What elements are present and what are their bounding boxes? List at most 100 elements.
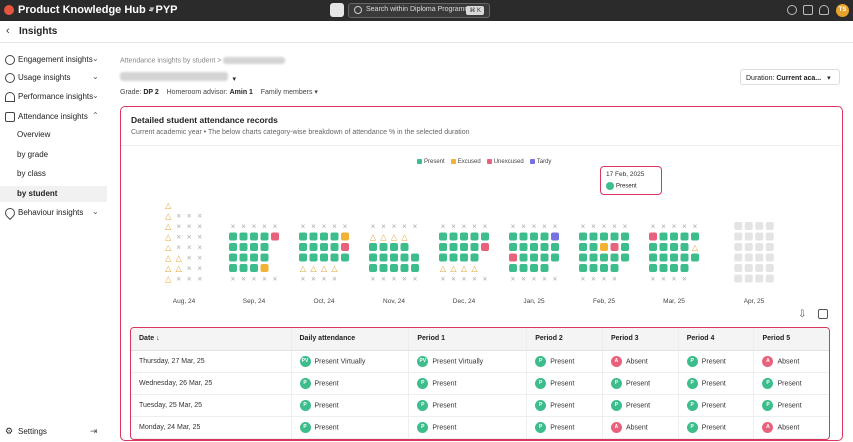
day-cell[interactable] bbox=[481, 232, 489, 241]
day-cell[interactable] bbox=[519, 243, 528, 251]
day-cell[interactable] bbox=[320, 253, 328, 262]
day-cell[interactable] bbox=[400, 264, 409, 272]
day-cell[interactable] bbox=[734, 243, 743, 251]
column-header[interactable]: Date ↓ bbox=[131, 328, 291, 351]
day-cell[interactable] bbox=[600, 253, 608, 262]
day-cell[interactable] bbox=[610, 253, 619, 262]
day-cell[interactable] bbox=[369, 253, 377, 262]
day-cell[interactable] bbox=[530, 264, 538, 272]
month-block-apr25[interactable]: Apr, 25 bbox=[734, 222, 774, 305]
day-cell[interactable] bbox=[481, 243, 489, 251]
day-cell[interactable] bbox=[271, 232, 279, 241]
day-cell[interactable] bbox=[470, 253, 479, 262]
day-cell[interactable] bbox=[755, 264, 764, 272]
day-cell[interactable] bbox=[369, 243, 377, 251]
chevron-down-icon[interactable]: ▼ bbox=[148, 5, 156, 14]
day-cell[interactable] bbox=[509, 232, 517, 241]
day-cell[interactable] bbox=[649, 253, 657, 262]
day-cell[interactable] bbox=[621, 243, 629, 251]
day-cell[interactable] bbox=[579, 243, 587, 251]
day-cell[interactable] bbox=[610, 243, 619, 251]
day-cell[interactable] bbox=[755, 253, 764, 262]
sidebar-item-by-student[interactable]: by student bbox=[0, 186, 107, 202]
day-cell[interactable] bbox=[765, 264, 774, 272]
day-cell[interactable] bbox=[449, 232, 458, 241]
day-cell[interactable] bbox=[680, 264, 689, 272]
month-block-jan25[interactable]: × × × × × × × × × × Jan, 25 bbox=[509, 222, 559, 305]
day-cell[interactable] bbox=[659, 243, 668, 251]
day-cell[interactable] bbox=[755, 232, 764, 241]
calendar-icon[interactable] bbox=[803, 5, 813, 15]
day-cell[interactable] bbox=[260, 253, 269, 262]
day-cell[interactable] bbox=[250, 253, 258, 262]
day-cell[interactable] bbox=[540, 264, 549, 272]
day-cell[interactable] bbox=[659, 232, 668, 241]
day-cell[interactable] bbox=[744, 253, 753, 262]
day-cell[interactable] bbox=[460, 253, 468, 262]
day-cell[interactable] bbox=[390, 243, 398, 251]
day-cell[interactable] bbox=[649, 264, 657, 272]
day-cell[interactable] bbox=[250, 243, 258, 251]
month-block-feb25[interactable]: × × × × × × × × × Feb, 25 bbox=[579, 222, 629, 305]
day-cell[interactable] bbox=[509, 264, 517, 272]
day-cell[interactable] bbox=[551, 253, 559, 262]
table-row[interactable]: Monday, 24 Mar, 25 P Present P Present P Prese… bbox=[131, 416, 829, 439]
day-cell[interactable] bbox=[519, 232, 528, 241]
day-cell[interactable] bbox=[530, 232, 538, 241]
day-cell[interactable] bbox=[530, 243, 538, 251]
day-cell[interactable] bbox=[229, 243, 237, 251]
search-input[interactable]: Search within Diploma Programme... ⌘ K bbox=[348, 3, 490, 18]
day-cell[interactable] bbox=[734, 222, 743, 230]
day-cell[interactable] bbox=[744, 274, 753, 283]
sidebar-item-overview[interactable]: Overview bbox=[0, 127, 107, 143]
day-cell[interactable] bbox=[229, 232, 237, 241]
day-cell[interactable] bbox=[449, 253, 458, 262]
family-members-dropdown[interactable]: Family members bbox=[261, 89, 313, 96]
breadcrumb-parent[interactable]: Attendance insights by student bbox=[120, 57, 215, 64]
month-block-dec24[interactable]: × × × × ×△ △ △ △× × × × ×Dec, 24 bbox=[439, 222, 489, 305]
day-cell[interactable] bbox=[341, 253, 349, 262]
day-cell[interactable] bbox=[239, 243, 248, 251]
day-cell[interactable] bbox=[519, 253, 528, 262]
help-icon[interactable] bbox=[787, 5, 797, 15]
day-cell[interactable] bbox=[765, 243, 774, 251]
day-cell[interactable] bbox=[680, 232, 689, 241]
day-cell[interactable] bbox=[744, 243, 753, 251]
assistant-icon[interactable] bbox=[330, 3, 344, 17]
day-cell[interactable] bbox=[519, 264, 528, 272]
back-arrow-icon[interactable]: ‹ bbox=[6, 25, 10, 37]
day-cell[interactable] bbox=[610, 264, 619, 272]
day-cell[interactable] bbox=[400, 243, 409, 251]
duration-dropdown[interactable]: Duration: Current aca... ▾ bbox=[740, 69, 840, 85]
day-cell[interactable] bbox=[460, 243, 468, 251]
month-block-nov24[interactable]: × × × × ×△ △ △ △× × × × ×Nov, 24 bbox=[369, 222, 419, 305]
day-cell[interactable] bbox=[400, 253, 409, 262]
day-cell[interactable] bbox=[734, 264, 743, 272]
day-cell[interactable] bbox=[579, 232, 587, 241]
columns-icon[interactable] bbox=[818, 309, 828, 319]
day-cell[interactable] bbox=[239, 253, 248, 262]
day-cell[interactable] bbox=[589, 232, 598, 241]
sidebar-item-by-grade[interactable]: by grade bbox=[0, 147, 107, 163]
day-cell[interactable] bbox=[765, 222, 774, 230]
day-cell[interactable] bbox=[309, 232, 318, 241]
day-cell[interactable] bbox=[330, 253, 339, 262]
day-cell[interactable] bbox=[369, 264, 377, 272]
day-cell[interactable] bbox=[530, 253, 538, 262]
sidebar-item-usage[interactable]: Usage insights ⌄ bbox=[0, 70, 107, 86]
day-cell[interactable] bbox=[330, 243, 339, 251]
day-cell[interactable] bbox=[411, 264, 419, 272]
day-cell[interactable] bbox=[670, 253, 678, 262]
day-cell[interactable] bbox=[379, 243, 388, 251]
day-cell[interactable] bbox=[734, 232, 743, 241]
day-cell[interactable] bbox=[610, 232, 619, 241]
day-cell[interactable] bbox=[579, 264, 587, 272]
download-icon[interactable]: ⇩ bbox=[798, 309, 806, 320]
day-cell[interactable] bbox=[659, 264, 668, 272]
month-block-aug24[interactable]: △△ × × ×△ × × ×△ × × ×△ × × ×△ △ × ×△ △ × ×△ × × ×Aug, 24 bbox=[165, 201, 202, 305]
day-cell[interactable] bbox=[260, 264, 269, 272]
sidebar-item-attendance[interactable]: Attendance insights ⌃ bbox=[0, 109, 107, 125]
day-cell[interactable] bbox=[680, 253, 689, 262]
day-cell[interactable] bbox=[680, 243, 689, 251]
day-cell[interactable] bbox=[299, 253, 307, 262]
